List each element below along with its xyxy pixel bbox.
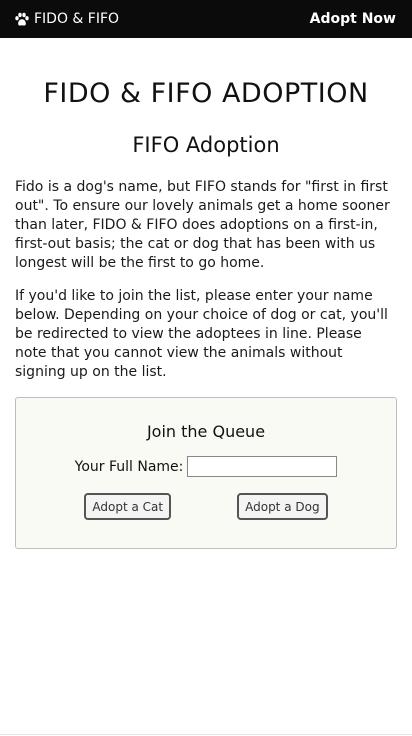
adopt-dog-button[interactable]: Adopt a Dog <box>237 493 328 520</box>
adopt-now-link[interactable]: Adopt Now <box>310 11 396 27</box>
full-name-input[interactable] <box>187 456 338 477</box>
section-title: FIFO Adoption <box>132 133 280 157</box>
name-row: Your Full Name: <box>16 456 396 477</box>
name-label: Your Full Name: <box>74 458 184 475</box>
adopt-buttons: Adopt a Cat Adopt a Dog <box>16 493 396 520</box>
bottom-divider <box>0 734 412 735</box>
brand-name: FIDO & FIFO <box>34 11 120 27</box>
queue-title: Join the Queue <box>146 422 266 441</box>
adopt-cat-button[interactable]: Adopt a Cat <box>84 493 172 520</box>
main-content: FIDO & FIFO ADOPTION FIFO Adoption Fido … <box>0 78 412 549</box>
instructions-paragraph: If you'd like to join the list, please e… <box>15 288 388 380</box>
intro-paragraph: Fido is a dog's name, but FIFO stands fo… <box>15 179 390 271</box>
top-navbar: FIDO & FIFO Adopt Now <box>0 0 412 38</box>
paw-icon <box>14 12 30 27</box>
brand-link[interactable]: FIDO & FIFO <box>14 11 119 27</box>
page-title: FIDO & FIFO ADOPTION <box>43 78 369 109</box>
join-queue-form: Join the Queue Your Full Name: Adopt a C… <box>15 397 397 549</box>
